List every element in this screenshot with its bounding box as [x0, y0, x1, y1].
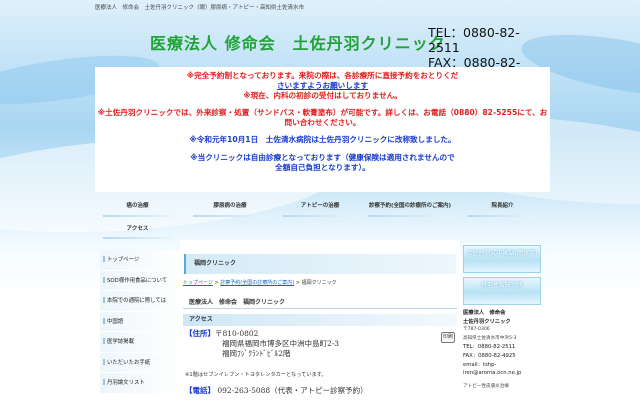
sidebar-item-label: 本院での通院に際しては [107, 298, 167, 304]
print-button[interactable]: 印刷 [441, 332, 455, 343]
nav-item-collagen[interactable]: 膠原病の治療 [185, 199, 275, 219]
sidebar-item[interactable]: いただいたお手紙 [100, 352, 184, 373]
access-note: ※1階はセブンイレブン・トヨタレンタカーとなっています。 [185, 372, 327, 378]
breadcrumb-top-link[interactable]: トップページ [183, 280, 213, 286]
sidebar-item-label: トップページ [107, 257, 140, 263]
header-tel: TEL：0880-82-2511 [428, 25, 520, 55]
address-line-2: 福岡ﾌｼﾞｸﾗﾝﾄﾞﾋﾞﾙ2階 [222, 349, 291, 358]
notice-line: ※完全予約制となっております。来院の際は、各診療所に直接予約をおとりくだ [95, 71, 550, 81]
info-name-1: 医療法人 修命会 [463, 310, 506, 316]
sidebar-item[interactable]: トップページ [100, 250, 184, 271]
sidebar-item[interactable]: 丹羽論文リスト [100, 373, 184, 394]
sidebar-item[interactable]: 本院での通院に際しては [100, 291, 184, 312]
banner-chinese[interactable]: 土佐丹羽式中国語(簡体字) [463, 245, 541, 273]
sidebar-item-label: 丹羽論文リスト [107, 380, 145, 386]
bullet-icon [103, 338, 105, 344]
sidebar-item-label: 医学誌掲載 [107, 339, 134, 345]
notice-line: ※令和元年10月1日 土佐清水病院は土佐丹羽クリニックに改称致しました。 [189, 135, 456, 144]
bullet-icon [103, 297, 105, 303]
breadcrumb-current: 福岡クリニック [301, 280, 337, 286]
breadcrumb: トップページ > 診察予約(全国の診療所のご案内) > 福岡クリニック [183, 279, 337, 286]
phone-label: 【電話】 [185, 386, 215, 395]
phone-block: 【電話】 092-263-5088（代表・アトピー診察予約） [185, 385, 368, 396]
main-content: 福岡クリニック トップページ > 診察予約(全国の診療所のご案内) > 福岡クリ… [180, 240, 460, 400]
breadcrumb-reservation-link[interactable]: 診察予約(全国の診療所のご案内) [220, 280, 294, 286]
address-line-1: 福岡県福岡市博多区中洲中島町2-3 [222, 339, 340, 348]
postal-code: 〒810-0802 [215, 329, 259, 338]
right-column: 土佐丹羽式中国語(簡体字) 丹羽免疫研究所 医療法人 修命会 土佐丹羽クリニック… [463, 245, 545, 391]
breadcrumb-separator: > [295, 280, 300, 286]
sidebar-item[interactable]: 医学誌掲載 [100, 332, 184, 353]
nav-item-access[interactable]: アクセス [95, 221, 180, 241]
bullet-icon [103, 358, 105, 365]
bullet-icon [103, 256, 105, 262]
bullet-icon [103, 317, 105, 324]
banner-institute[interactable]: 丹羽免疫研究所 [463, 277, 541, 305]
notice-line: ※当クリニックは自由診療となっております（健康保険は適用されませんので [190, 153, 455, 162]
header-topbar: 医療法人 修命会 土佐丹羽クリニック（眼）膠原病・アトピー・高知県土佐清水市 [95, 5, 305, 11]
info-email[interactable]: iren@aroma.ocn.ne.jp [463, 369, 545, 378]
sidebar-item[interactable]: 中国語 [100, 311, 184, 332]
nav-item-cancer[interactable]: 癌の治療 [95, 199, 180, 219]
nav-item-reservation[interactable]: 診察予約(全国の診療所のご案内) [360, 199, 460, 219]
global-nav: 癌の治療 膠原病の治療 アトピーの治療 診察予約(全国の診療所のご案内) 院長紹… [95, 199, 545, 219]
info-name-2: 土佐丹羽クリニック [463, 318, 511, 325]
notice-line: ※現在、内科の初診の受付はしておりません。 [243, 91, 402, 100]
info-tel: TEL：0880-82-2511 [463, 344, 516, 351]
sidebar-item-label: 中国語 [107, 318, 124, 325]
sidebar: トップページ SOD様作用食品について 本院での通院に際しては 中国語 医学誌掲… [100, 250, 184, 394]
sidebar-item-label: SOD様作用食品について [107, 277, 168, 284]
bullet-icon [103, 276, 105, 283]
info-address: 高知県土佐清水市中浜5-3 [463, 335, 517, 341]
notice-line: さいますようお願いします [276, 81, 369, 90]
address-block: 【住所】〒810-0802 福岡県福岡市博多区中洲中島町2-3 福岡ﾌｼﾞｸﾗﾝ… [185, 329, 455, 359]
nav-item-atopy[interactable]: アトピーの治療 [275, 199, 365, 219]
breadcrumb-separator: > [214, 280, 219, 286]
info-email-label: email：tshp- [463, 361, 497, 368]
access-heading: アクセス [183, 314, 457, 326]
clinic-heading: 医療法人 修命会 福岡クリニック [183, 295, 457, 309]
info-fax: FAX：0880-82-4925 [463, 352, 516, 359]
clinic-info: 医療法人 修命会 土佐丹羽クリニック 〒787-0306 高知県土佐清水市中浜5… [463, 309, 545, 391]
phone-number: 092-263-5088（代表・アトピー診察予約） [217, 386, 368, 395]
address-label: 【住所】 [185, 329, 215, 338]
info-bottom-link[interactable]: アトピー性皮膚炎治療 [463, 383, 545, 392]
nav-item-director[interactable]: 院長紹介 [460, 199, 545, 219]
notice-text: ※完全予約制となっております。来院の際は、各診療所に直接予約をおとりくだ [186, 71, 459, 80]
info-postal: 〒787-0306 [463, 327, 490, 333]
page-title: 福岡クリニック [184, 254, 456, 274]
bullet-icon [103, 379, 105, 385]
site-title[interactable]: 医療法人 修命会 土佐丹羽クリニック [150, 30, 446, 54]
notice-line: 全額自己負担となります）。 [275, 163, 370, 172]
sidebar-item[interactable]: SOD様作用食品について [100, 270, 184, 291]
sidebar-item-label: いただいたお手紙 [107, 359, 151, 366]
notice-line: ※土佐丹羽クリニックでは、外来診察・処置（サンドバス・軟膏塗布）が可能です。詳し… [97, 108, 548, 127]
notice-box: ※完全予約制となっております。来院の際は、各診療所に直接予約をおとりくだ さいま… [95, 67, 550, 192]
